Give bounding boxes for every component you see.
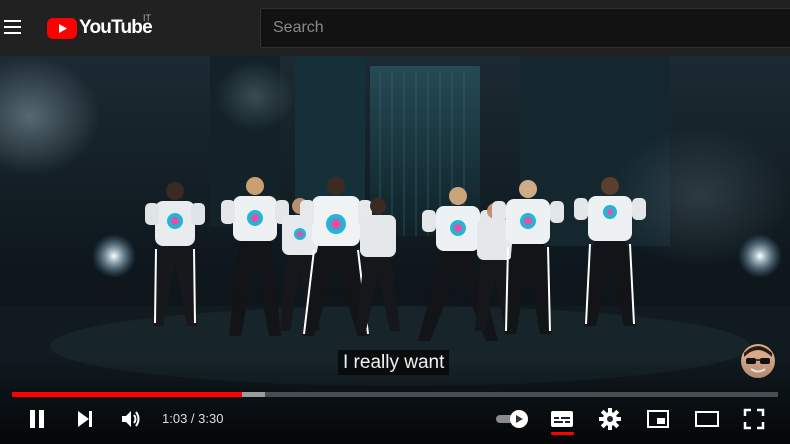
next-icon: [78, 411, 92, 427]
settings-button[interactable]: [594, 401, 626, 437]
video-player[interactable]: I really want 1:03 / 3:30: [0, 56, 790, 444]
progress-bar[interactable]: [12, 392, 778, 397]
miniplayer-icon: [647, 410, 669, 428]
youtube-logo[interactable]: YouTube: [47, 17, 153, 39]
fullscreen-button[interactable]: [738, 401, 770, 437]
miniplayer-button[interactable]: [642, 401, 674, 437]
theater-mode-button[interactable]: [690, 401, 724, 437]
hamburger-menu-icon[interactable]: [2, 17, 22, 37]
fullscreen-icon: [743, 408, 765, 430]
volume-icon: [122, 411, 140, 427]
logo-text: YouTube: [79, 17, 153, 38]
search-input[interactable]: [260, 8, 790, 48]
subtitles-active-indicator: [551, 432, 574, 435]
subtitles-icon: [551, 411, 573, 427]
progress-played: [12, 392, 242, 397]
masthead: YouTube IT: [0, 0, 790, 56]
pause-icon: [30, 410, 44, 428]
theater-mode-icon: [695, 411, 719, 427]
gear-icon: [599, 408, 621, 430]
time-display: 1:03 / 3:30: [162, 411, 224, 426]
volume-button[interactable]: [116, 401, 146, 437]
next-button[interactable]: [70, 401, 100, 437]
pause-button[interactable]: [22, 401, 52, 437]
youtube-play-logo-icon: [47, 17, 77, 39]
region-code: IT: [143, 13, 151, 23]
autoplay-toggle-icon: [496, 410, 528, 428]
autoplay-toggle[interactable]: [494, 401, 530, 437]
